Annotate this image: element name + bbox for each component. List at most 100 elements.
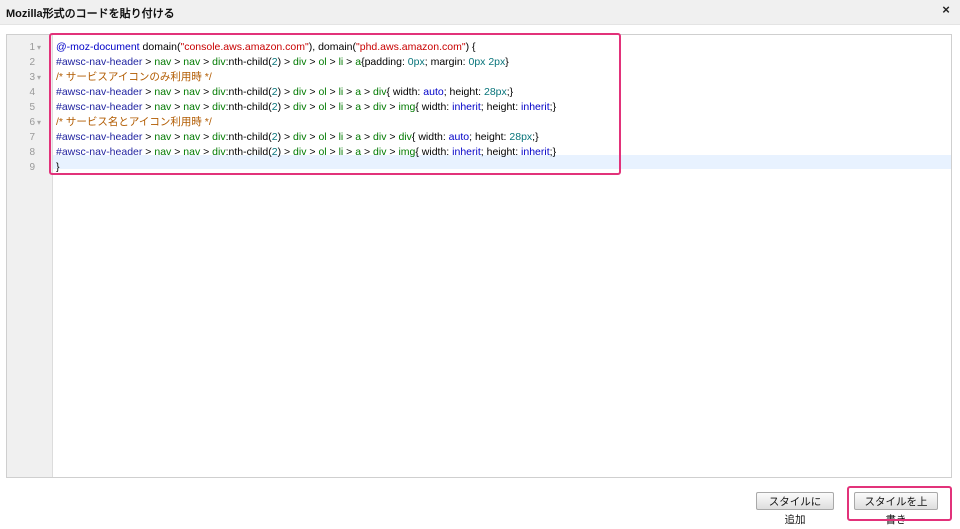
code-token: ol [318, 146, 327, 158]
code-token: } [56, 161, 60, 173]
code-token: /* サービスアイコンのみ利用時 */ [56, 71, 212, 83]
code-token: nav [154, 86, 172, 98]
code-token: > [326, 131, 339, 143]
code-token: #awsc-nav-header [56, 131, 143, 143]
code-token: nav [183, 131, 201, 143]
fold-toggle-icon[interactable]: ▾ [37, 40, 41, 55]
code-token: > [142, 56, 155, 68]
code-token: > [386, 101, 399, 113]
line-number: 3 [29, 72, 35, 83]
code-token: > [361, 101, 374, 113]
code-line: /* サービスアイコンのみ利用時 */ [56, 70, 212, 85]
code-token: > [171, 146, 184, 158]
code-editor[interactable]: 1 ▾ 2 3 ▾ 4 5 6 ▾ 7 8 9 @-moz-document domain("cons… [6, 34, 952, 478]
code-token: inherit [521, 146, 550, 158]
code-token: > [343, 131, 356, 143]
code-token: div [293, 86, 307, 98]
code-token: 28px [509, 131, 533, 143]
code-token: > [306, 56, 319, 68]
code-token: > [343, 56, 356, 68]
code-token: { width: [386, 86, 424, 98]
fold-toggle-icon[interactable]: ▾ [37, 70, 41, 85]
line-number: 9 [29, 162, 35, 173]
code-token: ol [318, 131, 327, 143]
code-token: ; height: [443, 86, 484, 98]
code-token: #awsc-nav-header [56, 101, 143, 113]
code-token: > [306, 131, 319, 143]
code-token: ;} [506, 86, 514, 98]
code-token: ; margin: [424, 56, 469, 68]
code-token: > [326, 146, 339, 158]
line-number: 5 [29, 102, 35, 113]
line-number-gutter: 1 ▾ 2 3 ▾ 4 5 6 ▾ 7 8 9 [7, 35, 53, 477]
line-number: 6 [29, 117, 35, 128]
code-token: { width: [415, 101, 453, 113]
code-token: inherit [452, 101, 481, 113]
code-token: > [171, 131, 184, 143]
code-token: > [326, 56, 339, 68]
code-token: nav [154, 101, 172, 113]
line-number: 4 [29, 87, 35, 98]
code-token: "phd.aws.amazon.com" [356, 41, 466, 53]
code-token: ;} [549, 146, 557, 158]
code-token: div [212, 146, 226, 158]
code-token: nav [183, 86, 201, 98]
code-line: #awsc-nav-header > nav > nav > div :nth-c… [56, 100, 556, 115]
code-token: > [386, 146, 399, 158]
code-token: > [361, 131, 374, 143]
code-token: :nth-child( [225, 101, 272, 113]
code-token: > [361, 146, 374, 158]
code-token: auto [423, 86, 444, 98]
code-token: #awsc-nav-header [56, 86, 143, 98]
add-style-button[interactable]: スタイルに追加 [756, 492, 834, 526]
code-token: > [171, 86, 184, 98]
code-token: ) > [277, 146, 294, 158]
code-token: div [293, 131, 307, 143]
code-token: ) > [277, 131, 294, 143]
code-token: ol [318, 56, 327, 68]
code-token: > [142, 131, 155, 143]
code-token: > [343, 146, 356, 158]
code-token: > [142, 86, 155, 98]
code-token: div [398, 131, 412, 143]
code-token: :nth-child( [225, 56, 272, 68]
code-token: div [373, 86, 387, 98]
code-token: 0px 2px [468, 56, 506, 68]
code-token: > [200, 101, 213, 113]
code-token: #awsc-nav-header [56, 146, 143, 158]
code-token: ) { [465, 41, 476, 53]
code-line: /* サービス名とアイコン利用時 */ [56, 115, 212, 130]
code-token: > [306, 86, 319, 98]
code-line: #awsc-nav-header > nav > nav > div:nth-c… [56, 55, 509, 70]
code-token: ), domain( [308, 41, 356, 53]
code-token: > [386, 131, 399, 143]
fold-toggle-icon[interactable]: ▾ [37, 115, 41, 130]
overwrite-style-button[interactable]: スタイルを上書き [854, 492, 938, 526]
code-token: ) > [277, 86, 294, 98]
code-token: nav [154, 131, 172, 143]
code-token: auto [448, 131, 470, 143]
code-token: > [306, 146, 319, 158]
code-token: div [212, 56, 226, 68]
code-token: :nth-child( [225, 131, 272, 143]
line-number: 8 [29, 147, 35, 158]
code-token: div [373, 146, 387, 158]
code-token: nav [183, 56, 201, 68]
code-token: > [326, 101, 339, 113]
code-token: } [505, 56, 509, 68]
code-token: div [373, 101, 387, 113]
code-token: div [212, 86, 226, 98]
code-token: nav [183, 101, 201, 113]
code-token: ) > [277, 56, 294, 68]
code-text-area[interactable]: @-moz-document domain("console.aws.amazo… [53, 35, 951, 477]
code-token: nav [154, 146, 172, 158]
code-token: > [343, 86, 356, 98]
code-line: } [56, 160, 60, 175]
code-token: > [343, 101, 356, 113]
line-number: 2 [29, 57, 35, 68]
code-token: "console.aws.amazon.com" [180, 41, 309, 53]
code-line: #awsc-nav-header > nav > nav > div:nth-c… [56, 145, 556, 160]
close-icon[interactable]: × [938, 1, 954, 19]
code-token: inherit [452, 146, 481, 158]
code-line: @-moz-document domain("console.aws.amazo… [56, 40, 476, 55]
